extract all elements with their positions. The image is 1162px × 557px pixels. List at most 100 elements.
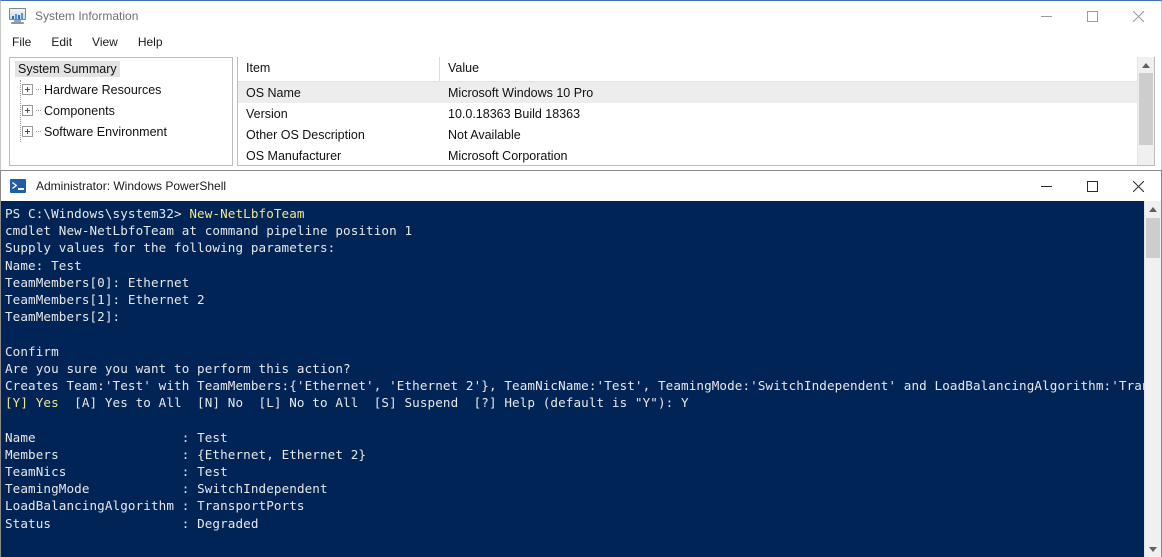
monitor-bar — [21, 13, 23, 19]
menu-bar: File Edit View Help — [1, 31, 1161, 53]
menu-item-edit[interactable]: Edit — [42, 33, 81, 51]
tree-connector-line — [20, 80, 21, 142]
tree-item-components[interactable]: Components — [10, 100, 232, 121]
console-line-confirm-choices: [Y] Yes [A] Yes to All [N] No [L] No to … — [5, 394, 1145, 411]
grid-scrollbar[interactable] — [1137, 57, 1154, 165]
scroll-up-button[interactable] — [1145, 201, 1161, 217]
console-line-confirm-question: Are you sure you want to perform this ac… — [5, 360, 351, 376]
system-information-title: System Information — [35, 9, 139, 23]
monitor-bar — [15, 14, 17, 19]
console-line: TeamMembers[0]: Ethernet — [5, 274, 190, 290]
table-row[interactable]: OS Name Microsoft Windows 10 Pro — [238, 82, 1154, 103]
result-key: Members — [5, 446, 59, 462]
cell-value: Not Available — [448, 127, 521, 142]
menu-item-help[interactable]: Help — [129, 33, 172, 51]
result-pad: : — [35, 429, 198, 445]
minimize-button[interactable] — [1023, 1, 1069, 31]
close-button[interactable] — [1115, 171, 1161, 201]
tree-item-hardware-resources[interactable]: Hardware Resources — [10, 79, 232, 100]
console-line: Supply values for the following paramete… — [5, 240, 336, 256]
close-icon — [1132, 10, 1144, 22]
expand-plus-icon[interactable] — [22, 105, 33, 116]
scroll-up-button[interactable] — [1138, 57, 1154, 73]
result-value: Degraded — [197, 515, 259, 531]
result-pad: : — [174, 498, 198, 514]
chevron-up-icon — [1142, 62, 1150, 68]
powershell-icon-box — [10, 179, 26, 193]
system-information-titlebar[interactable]: System Information — [1, 1, 1161, 31]
confirm-default-choice: [Y] Yes — [5, 395, 59, 411]
maximize-icon — [1086, 10, 1098, 22]
cell-item: Other OS Description — [246, 127, 365, 142]
prompt-underscore-icon — [18, 188, 24, 190]
tree-dot-connector — [36, 110, 41, 111]
maximize-icon — [1086, 180, 1098, 192]
result-pad: : — [51, 515, 198, 531]
console-line-confirm-header: Confirm — [5, 343, 59, 359]
cell-value: Microsoft Corporation — [448, 148, 568, 163]
result-row: Members : {Ethernet, Ethernet 2} — [5, 446, 1145, 463]
menu-item-file[interactable]: File — [3, 33, 40, 51]
scroll-down-button[interactable] — [1145, 541, 1161, 557]
tree-dot-connector — [36, 89, 41, 90]
tree-item-software-environment[interactable]: Software Environment — [10, 121, 232, 142]
cell-item: Version — [246, 106, 288, 121]
minimize-button[interactable] — [1023, 171, 1069, 201]
console-command-line: PS C:\Windows\system32> New-NetLbfoTeam — [5, 205, 1145, 222]
result-value: TransportPorts — [197, 498, 305, 514]
result-pad: : — [58, 446, 198, 462]
minimize-icon — [1040, 185, 1052, 187]
result-value: SwitchIndependent — [197, 481, 328, 497]
result-row: Name : Test — [5, 429, 1145, 446]
result-key: TeamingMode — [5, 481, 90, 497]
grid-header-row: Item Value — [238, 57, 1154, 82]
powershell-title: Administrator: Windows PowerShell — [36, 179, 227, 193]
close-button[interactable] — [1115, 1, 1161, 31]
powershell-titlebar[interactable]: Administrator: Windows PowerShell — [1, 171, 1161, 201]
table-row[interactable]: OS Manufacturer Microsoft Corporation — [238, 145, 1154, 165]
system-summary-grid[interactable]: Item Value OS Name Microsoft Windows 10 … — [237, 57, 1155, 166]
maximize-button[interactable] — [1069, 1, 1115, 31]
cell-value: 10.0.18363 Build 18363 — [448, 106, 581, 121]
table-row[interactable]: Other OS Description Not Available — [238, 124, 1154, 145]
result-row: LoadBalancingAlgorithm : TransportPorts — [5, 497, 1145, 514]
column-header-value[interactable]: Value — [440, 57, 1154, 81]
result-pad: : — [66, 464, 198, 480]
expand-plus-icon[interactable] — [22, 84, 33, 95]
powershell-window-controls — [1023, 171, 1161, 201]
monitor-bar — [12, 16, 14, 19]
result-row: Status : Degraded — [5, 515, 1145, 532]
system-information-icon — [9, 8, 26, 24]
result-row: TeamingMode : SwitchIndependent — [5, 480, 1145, 497]
scrollbar-thumb[interactable] — [1139, 73, 1153, 145]
powershell-window: Administrator: Windows PowerShell PS C:\… — [0, 170, 1162, 557]
result-key: Name — [5, 429, 36, 445]
tree-dot-connector — [36, 131, 41, 132]
menu-item-view[interactable]: View — [83, 33, 127, 51]
tree-item-label: Hardware Resources — [44, 82, 162, 97]
console-line-confirm-detail: Creates Team:'Test' with TeamMembers:{'E… — [5, 378, 1145, 394]
monitor-bar — [18, 15, 20, 19]
system-summary-tree[interactable]: System Summary Hardware Resources Compon… — [9, 57, 233, 166]
console-line: TeamMembers[1]: Ethernet 2 — [5, 292, 205, 308]
result-value: Test — [197, 429, 228, 445]
result-key: LoadBalancingAlgorithm — [5, 498, 175, 514]
tree-item-system-summary[interactable]: System Summary — [10, 58, 232, 79]
minimize-icon — [1040, 15, 1052, 17]
system-information-window-controls — [1023, 1, 1161, 31]
powershell-console-output[interactable]: PS C:\Windows\system32> New-NetLbfoTeam … — [1, 201, 1145, 557]
column-header-item[interactable]: Item — [238, 57, 440, 81]
result-value: Test — [197, 464, 228, 480]
scrollbar-thumb[interactable] — [1146, 218, 1160, 258]
console-line: Name: Test — [5, 257, 82, 273]
maximize-button[interactable] — [1069, 171, 1115, 201]
table-row[interactable]: Version 10.0.18363 Build 18363 — [238, 103, 1154, 124]
result-pad: : — [89, 481, 198, 497]
result-row: TeamNics : Test — [5, 463, 1145, 480]
monitor-base — [11, 22, 24, 24]
result-key: TeamNics — [5, 464, 67, 480]
powershell-scrollbar[interactable] — [1144, 201, 1161, 557]
expand-plus-icon[interactable] — [22, 126, 33, 137]
